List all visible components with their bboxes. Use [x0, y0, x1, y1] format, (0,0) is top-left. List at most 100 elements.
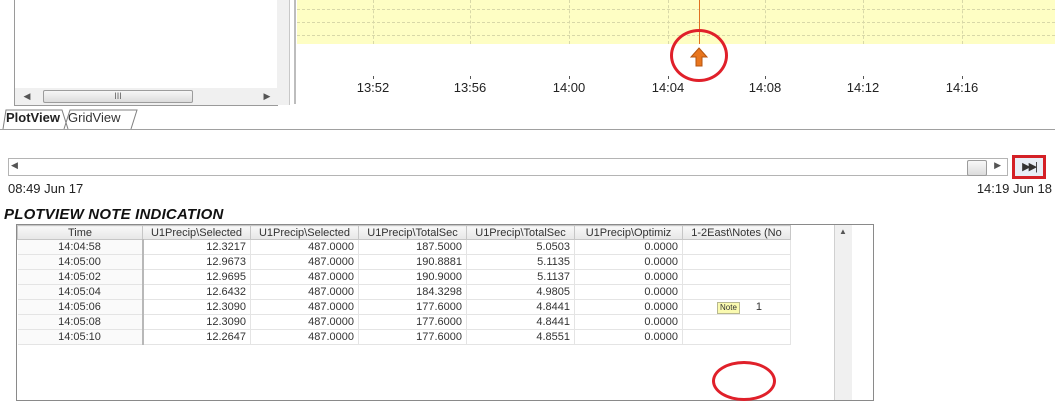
highlight-circle: [670, 29, 728, 82]
axis-tick: [765, 76, 766, 79]
axis-tick: [962, 76, 963, 79]
value-cell: 187.5000: [358, 239, 467, 255]
table-row[interactable]: 14:05:02 12.9695 487.0000 190.9000 5.1137 0.0…: [17, 269, 791, 285]
table-row[interactable]: 14:05:08 12.3090 487.0000 177.6000 4.8441 0.0…: [17, 314, 791, 330]
value-cell: 487.0000: [250, 239, 359, 255]
scroll-right-icon[interactable]: ▶: [259, 89, 275, 104]
gridline: [373, 0, 374, 44]
axis-tick-label: 14:08: [748, 80, 782, 95]
tab-outline: [2, 109, 138, 130]
value-cell: 487.0000: [250, 254, 359, 270]
tree-pane: [14, 0, 278, 89]
notes-cell: [682, 269, 791, 285]
value-cell: 4.8441: [466, 314, 575, 330]
value-cell: 0.0000: [574, 269, 683, 285]
value-cell: 0.0000: [574, 254, 683, 270]
value-cell: 12.2647: [142, 329, 251, 345]
value-cell: 190.9000: [358, 269, 467, 285]
value-cell: 487.0000: [250, 284, 359, 300]
timeline-end-label: 14:19 Jun 18: [976, 181, 1052, 196]
value-cell: 177.6000: [358, 299, 467, 315]
time-cell: 14:05:06: [17, 299, 144, 315]
scroll-thumb[interactable]: III: [43, 90, 193, 103]
scroll-up-icon[interactable]: ▲: [839, 227, 847, 236]
time-cell: 14:04:58: [17, 239, 144, 255]
gridline: [668, 0, 669, 44]
value-cell: 184.3298: [358, 284, 467, 300]
note-count: 1: [755, 300, 763, 313]
axis-tick-label: 14:04: [651, 80, 685, 95]
splitter[interactable]: [277, 0, 290, 105]
notes-cell: [682, 284, 791, 300]
column-header-time[interactable]: Time: [17, 225, 143, 240]
time-cell: 14:05:10: [17, 329, 144, 345]
tree-horizontal-scrollbar[interactable]: ◀ III ▶: [14, 88, 278, 106]
axis-tick-label: 13:52: [356, 80, 390, 95]
table-row[interactable]: 14:05:06 12.3090 487.0000 177.6000 4.8441 0.0…: [17, 299, 791, 315]
timeline-start-label: 08:49 Jun 17: [8, 181, 84, 196]
value-cell: 177.6000: [358, 314, 467, 330]
axis-tick-label: 13:56: [453, 80, 487, 95]
value-cell: 0.0000: [574, 284, 683, 300]
value-cell: 487.0000: [250, 299, 359, 315]
data-grid: Time U1Precip\Selected U1Precip\Selected…: [17, 225, 791, 345]
table-row[interactable]: 14:05:04 12.6432 487.0000 184.3298 4.9805 0.0…: [17, 284, 791, 300]
column-header[interactable]: U1Precip\Selected: [142, 225, 251, 240]
value-cell: 5.0503: [466, 239, 575, 255]
time-cell: 14:05:00: [17, 254, 144, 270]
notes-cell: Note 1: [682, 299, 791, 315]
timeline-scroll-thumb[interactable]: [967, 160, 987, 176]
gridline: [470, 0, 471, 44]
value-cell: 12.3090: [142, 314, 251, 330]
axis-tick-label: 14:00: [552, 80, 586, 95]
axis-tick: [470, 76, 471, 79]
value-cell: 0.0000: [574, 299, 683, 315]
column-header[interactable]: U1Precip\TotalSec: [358, 225, 467, 240]
tab-baseline: [0, 129, 1055, 130]
table-row[interactable]: 14:05:00 12.9673 487.0000 190.8881 5.1135 0.0…: [17, 254, 791, 270]
notes-cell: [682, 239, 791, 255]
gridline: [863, 0, 864, 44]
table-row[interactable]: 14:04:58 12.3217 487.0000 187.5000 5.0503 0.0…: [17, 239, 791, 255]
value-cell: 5.1135: [466, 254, 575, 270]
value-cell: 12.3090: [142, 299, 251, 315]
axis-tick: [569, 76, 570, 79]
value-cell: 0.0000: [574, 329, 683, 345]
axis-tick: [373, 76, 374, 79]
axis-tick: [668, 76, 669, 79]
value-cell: 0.0000: [574, 314, 683, 330]
value-cell: 12.3217: [142, 239, 251, 255]
scroll-right-icon[interactable]: ▶: [994, 160, 1001, 171]
value-cell: 4.8551: [466, 329, 575, 345]
gridline: [962, 0, 963, 44]
note-badge[interactable]: Note: [717, 301, 740, 314]
highlight-circle: [712, 361, 776, 401]
notes-cell: [682, 254, 791, 270]
axis-tick-label: 14:16: [945, 80, 979, 95]
scroll-left-icon[interactable]: ◀: [19, 89, 35, 104]
column-header[interactable]: U1Precip\Selected: [250, 225, 359, 240]
column-header[interactable]: U1Precip\Optimiz: [574, 225, 683, 240]
value-cell: 487.0000: [250, 314, 359, 330]
figure-caption: PLOTVIEW NOTE INDICATION: [4, 206, 224, 223]
time-cell: 14:05:02: [17, 269, 144, 285]
timeline-scrollbar[interactable]: ◀ ▶: [8, 158, 1008, 176]
value-cell: 487.0000: [250, 329, 359, 345]
value-cell: 12.6432: [142, 284, 251, 300]
value-cell: 12.9695: [142, 269, 251, 285]
column-header[interactable]: 1-2East\Notes (No: [682, 225, 791, 240]
time-cell: 14:05:08: [17, 314, 144, 330]
value-cell: 12.9673: [142, 254, 251, 270]
value-cell: 0.0000: [574, 239, 683, 255]
plot-border: [294, 0, 296, 104]
scroll-left-icon[interactable]: ◀: [11, 160, 18, 171]
axis-tick: [863, 76, 864, 79]
axis-tick-label: 14:12: [846, 80, 880, 95]
table-row[interactable]: 14:05:10 12.2647 487.0000 177.6000 4.8551 0.0…: [17, 329, 791, 345]
column-header[interactable]: U1Precip\TotalSec: [466, 225, 575, 240]
value-cell: 177.6000: [358, 329, 467, 345]
value-cell: 4.8441: [466, 299, 575, 315]
skip-to-end-button[interactable]: ▶▶|: [1012, 155, 1046, 179]
grid-vertical-scrollbar[interactable]: ▲: [834, 225, 852, 400]
value-cell: 190.8881: [358, 254, 467, 270]
